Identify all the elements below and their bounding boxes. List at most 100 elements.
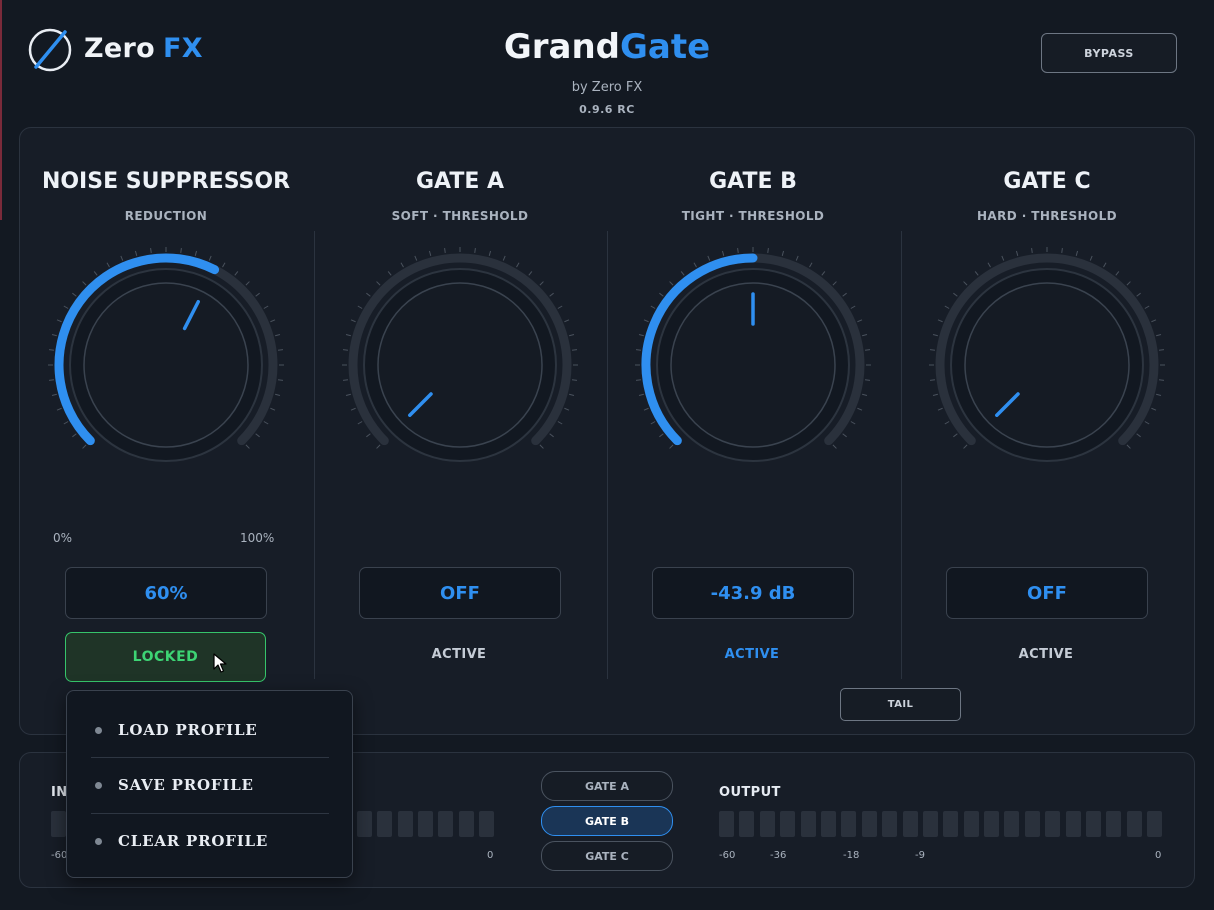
knob-tick [809, 262, 813, 268]
gate-c-value[interactable]: OFF [946, 567, 1148, 619]
reduction-knob[interactable] [46, 245, 286, 485]
menu-item-label: LOAD PROFILE [118, 721, 258, 739]
knob-tick [120, 255, 124, 261]
knob-tick [48, 379, 55, 381]
knob-tick [571, 379, 578, 381]
knob-tick [693, 262, 697, 268]
knob-tick [638, 333, 644, 337]
menu-item-load-profile[interactable]: LOAD PROFILE [67, 703, 352, 757]
menu-item-clear-profile[interactable]: CLEAR PROFILE [67, 814, 352, 868]
knob-tick [1103, 262, 1107, 268]
output-scale-tick: -18 [843, 850, 860, 861]
meter-segment [963, 811, 979, 837]
meter-segment [479, 811, 495, 837]
knob-tick [502, 255, 506, 261]
meter-segment [861, 811, 877, 837]
knob-tick [106, 262, 110, 268]
meter-segment [418, 811, 434, 837]
knob-tick [821, 271, 826, 276]
profile-context-menu: LOAD PROFILE SAVE PROFILE CLEAR PROFILE [66, 690, 353, 878]
reduction-value[interactable]: 60% [65, 567, 267, 619]
knob-tick [357, 305, 363, 309]
knob-tick [1126, 444, 1131, 449]
plugin-title: GrandGate [0, 27, 1214, 67]
output-scale-tick: -36 [770, 850, 787, 861]
gate-a-select-button[interactable]: GATE A [541, 771, 673, 801]
knob-tick [659, 292, 664, 297]
knob-tick [974, 271, 979, 276]
knob-tick [63, 421, 69, 425]
knob-tick [208, 255, 212, 261]
knob-tick [342, 349, 349, 351]
locked-button[interactable]: LOCKED [65, 632, 266, 682]
meter-segment [902, 811, 918, 837]
knob-tick [255, 433, 260, 438]
knob-tick [134, 250, 138, 256]
meter-segment [984, 811, 1000, 837]
knob-tick [635, 349, 642, 351]
knob-tick [781, 250, 785, 256]
gate-a-active-toggle[interactable]: ACTIVE [359, 647, 559, 662]
menu-item-save-profile[interactable]: SAVE PROFILE [67, 758, 352, 812]
input-scale-max: 0 [487, 850, 494, 861]
knob-tick [1158, 379, 1165, 381]
knob-tick [72, 433, 77, 438]
knob-tick [737, 247, 739, 254]
knob-tick [56, 407, 62, 411]
knob-tick [528, 271, 533, 276]
gate-b-value[interactable]: -43.9 dB [652, 567, 854, 619]
gate-c-select-button[interactable]: GATE C [541, 841, 673, 871]
knob-tick [1089, 255, 1093, 261]
knob-tick [842, 292, 847, 297]
knob-tick [1144, 305, 1150, 309]
knob-tick [932, 333, 938, 337]
knob-tick [638, 393, 644, 397]
output-scale-tick: -60 [719, 850, 736, 861]
knob-tick [345, 333, 351, 337]
meter-segment [820, 811, 836, 837]
knob-tick [549, 292, 554, 297]
knob-tick [342, 379, 349, 381]
gate-a-threshold-knob[interactable] [340, 245, 580, 485]
gate-b-threshold-knob[interactable] [633, 245, 873, 485]
knob-tick [929, 379, 936, 381]
knob-tick [263, 421, 269, 425]
knob-tick [650, 305, 656, 309]
knob-tick [56, 319, 62, 323]
bypass-button[interactable]: BYPASS [1041, 33, 1177, 73]
knob-tick [1001, 255, 1005, 261]
knob-tick [842, 433, 847, 438]
output-meter-label: OUTPUT [719, 785, 781, 800]
knob-tick [376, 281, 381, 286]
meter-segment [1147, 811, 1163, 837]
knob-tick [862, 333, 868, 337]
gate-c-active-toggle[interactable]: ACTIVE [946, 647, 1146, 662]
knob-tick [539, 444, 544, 449]
knob-tick [557, 421, 563, 425]
meter-segment [458, 811, 474, 837]
gate-b-active-toggle[interactable]: ACTIVE [652, 647, 852, 662]
meter-segment [1045, 811, 1061, 837]
knob-tick [444, 247, 446, 254]
knob-tick [400, 262, 404, 268]
knob-tick [937, 319, 943, 323]
knob-tick [864, 349, 871, 351]
bullet-icon [95, 726, 102, 734]
meter-segment [719, 811, 734, 837]
knob-tick [234, 271, 239, 276]
mouse-cursor-icon [213, 653, 227, 673]
gate-b-select-button[interactable]: GATE B [541, 806, 673, 836]
knob-tick [72, 292, 77, 297]
knob-tick [275, 393, 281, 397]
knob-tick [707, 255, 711, 261]
knob-tick [387, 271, 392, 276]
knob-tick [93, 271, 98, 276]
knob-inner-face [83, 282, 249, 448]
meter-segment [1086, 811, 1102, 837]
knob-tick [864, 379, 871, 381]
tail-button[interactable]: TAIL [840, 688, 961, 721]
knob-tick [48, 349, 55, 351]
gate-a-value[interactable]: OFF [359, 567, 561, 619]
gate-c-threshold-knob[interactable] [927, 245, 1167, 485]
meter-segment [1126, 811, 1142, 837]
